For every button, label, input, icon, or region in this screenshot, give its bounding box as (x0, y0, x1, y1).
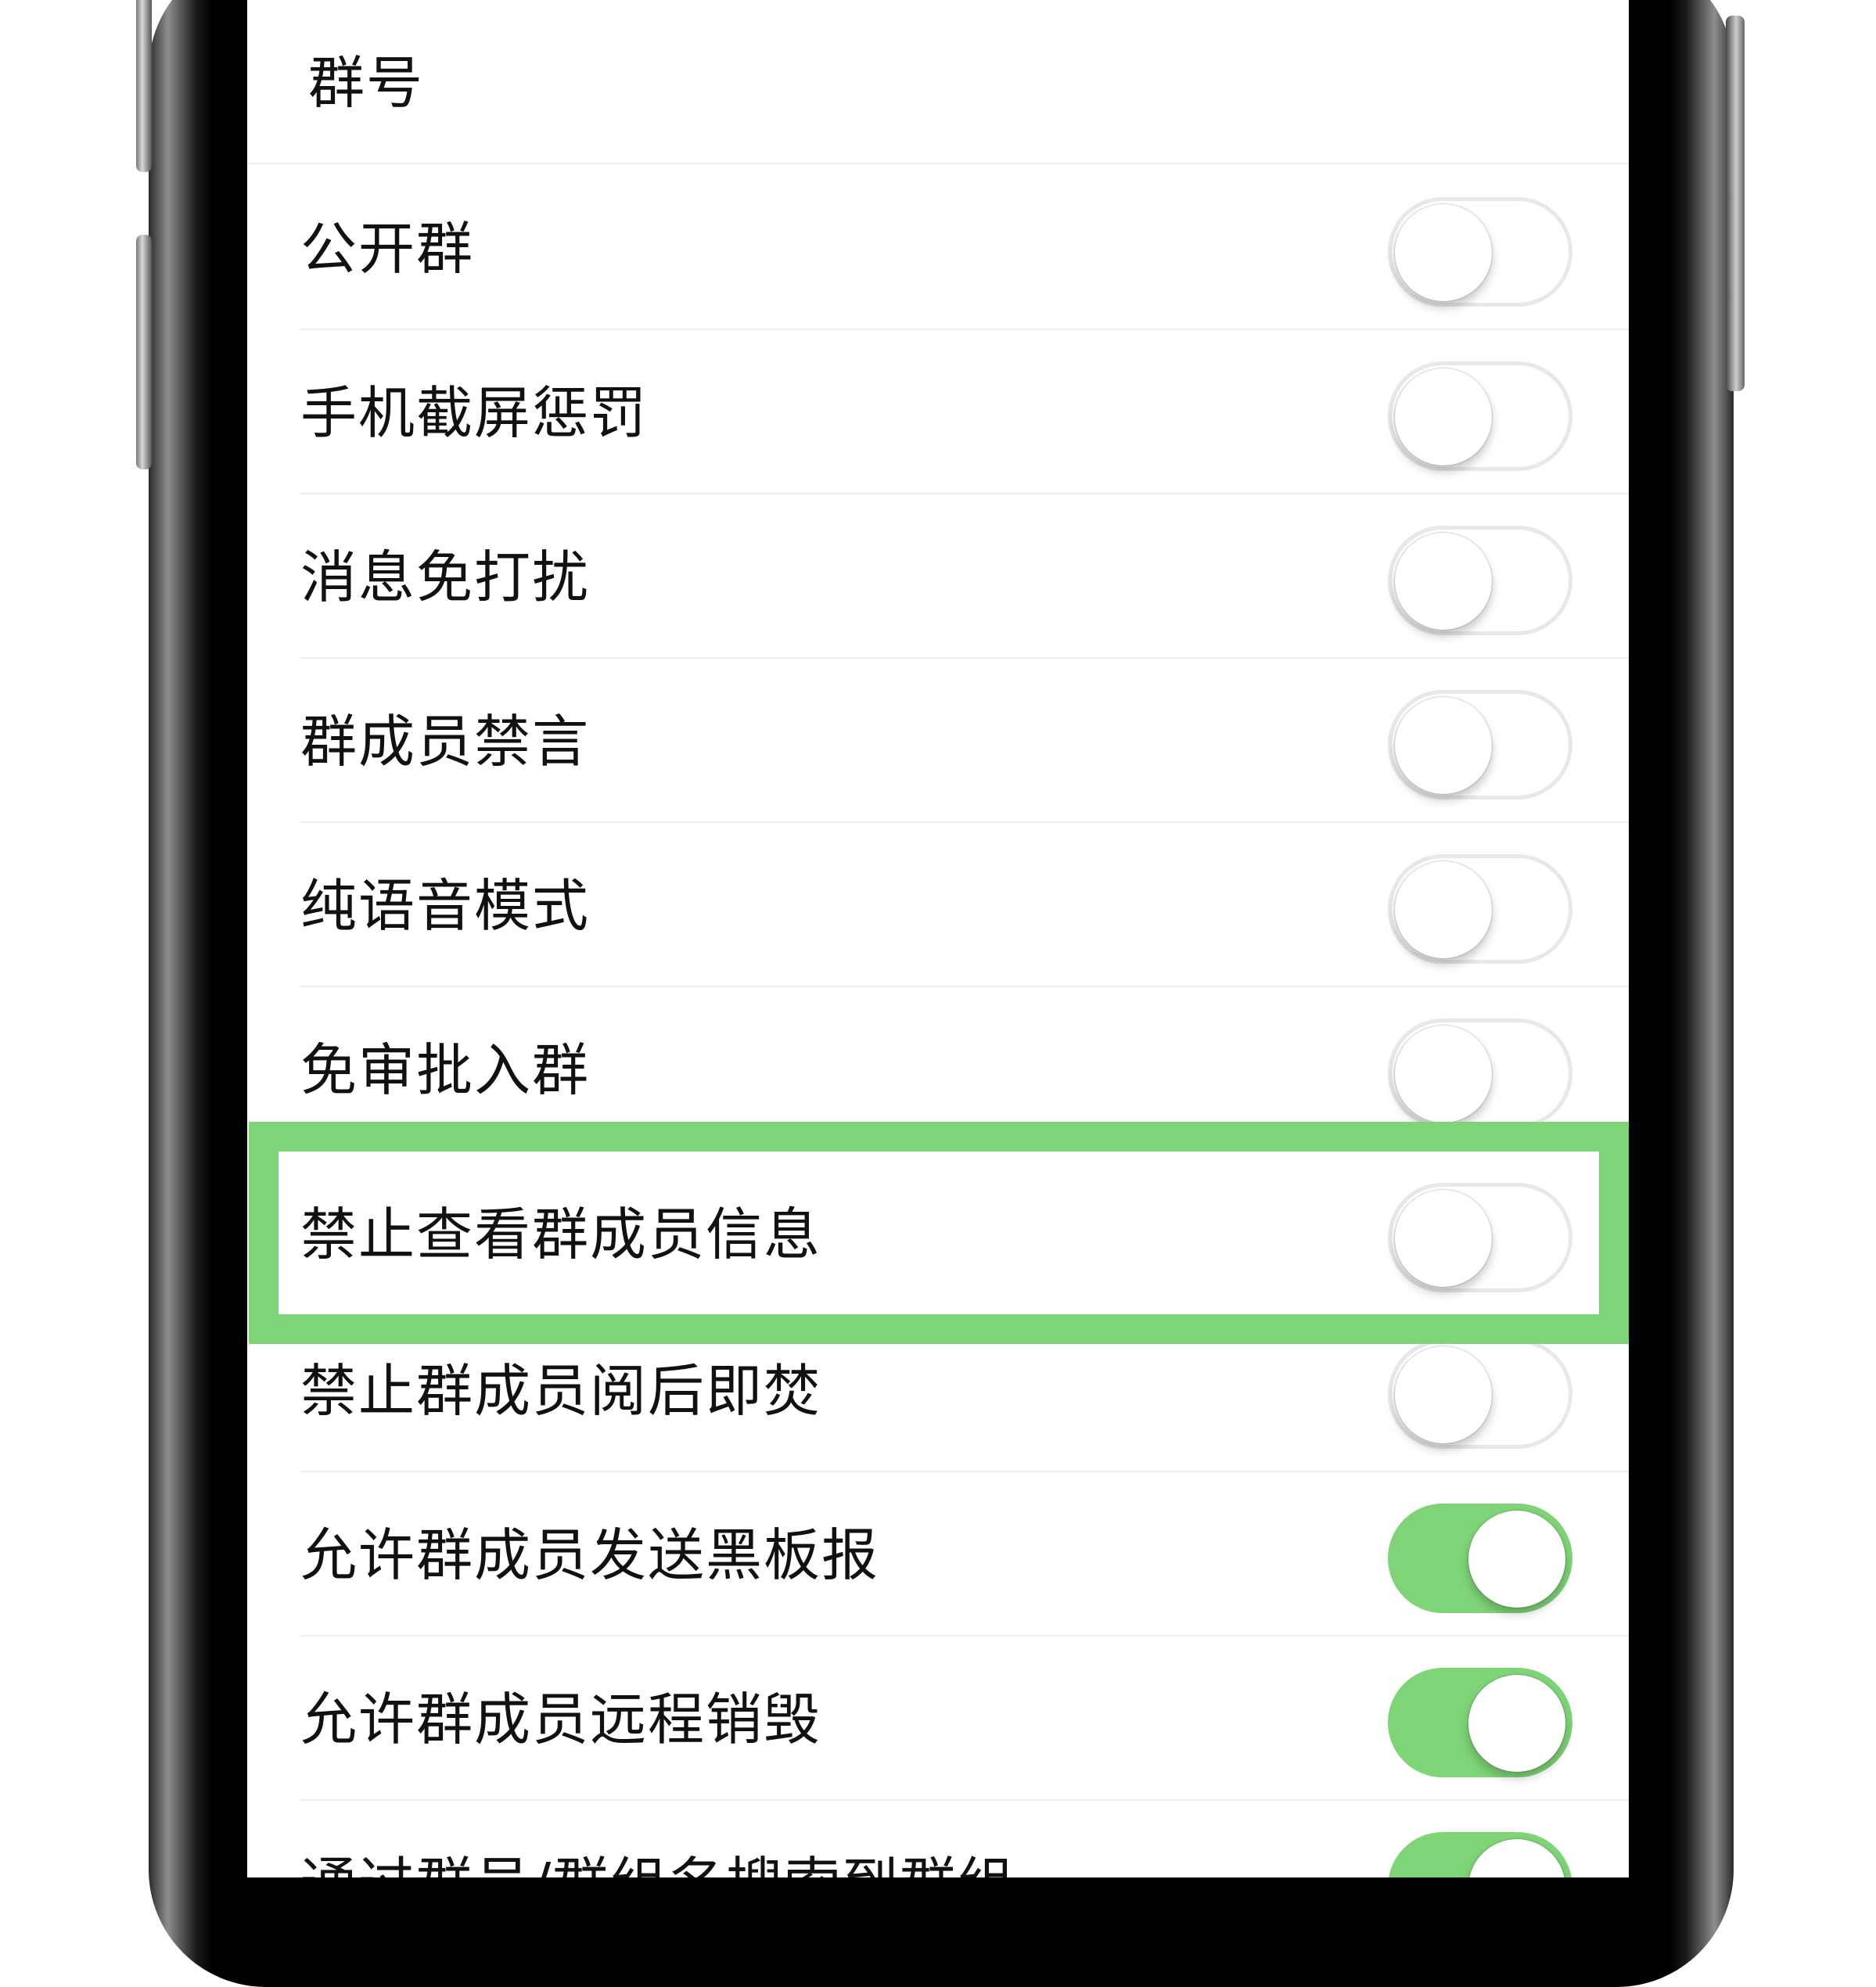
row-voice-only: 纯语音模式 (247, 825, 1629, 987)
toggle-knob (1395, 861, 1492, 958)
row-allow-blackboard: 允许群成员发送黑板报 (247, 1474, 1629, 1637)
row-disable-burn-after-reading: 禁止群成员阅后即焚 (247, 1310, 1629, 1472)
row-label: 手机截屏惩罚 (300, 380, 649, 446)
divider (300, 1471, 1629, 1472)
row-searchable-by-id: 通过群号/群组名搜索到群组 (247, 1802, 1629, 1877)
row-label: 免审批入群 (300, 1037, 591, 1103)
mute-members-toggle[interactable] (1388, 690, 1572, 799)
divider (300, 821, 1629, 823)
volume-button (136, 235, 152, 469)
screenshot-penalty-toggle[interactable] (1388, 361, 1572, 471)
searchable-by-id-toggle[interactable] (1388, 1832, 1572, 1877)
row-label: 消息免打扰 (300, 544, 591, 610)
allow-blackboard-toggle[interactable] (1388, 1504, 1572, 1613)
do-not-disturb-toggle[interactable] (1388, 526, 1572, 635)
public-group-toggle[interactable] (1388, 197, 1572, 307)
row-public-group: 公开群 (247, 167, 1629, 330)
row-label: 纯语音模式 (300, 873, 591, 939)
power-button (1726, 16, 1745, 391)
toggle-knob (1468, 1675, 1565, 1772)
divider (300, 657, 1629, 659)
toggle-knob (1395, 1346, 1492, 1443)
row-label: 允许群成员远程销毁 (300, 1687, 822, 1752)
row-join-without-approval: 免审批入群 (247, 989, 1629, 1152)
toggle-knob (1395, 368, 1492, 465)
allow-remote-destroy-toggle[interactable] (1388, 1668, 1572, 1777)
join-without-approval-toggle[interactable] (1388, 1019, 1572, 1128)
toggle-knob (1395, 533, 1492, 630)
toggle-knob (1468, 1511, 1565, 1608)
toggle-knob (1395, 204, 1492, 301)
toggle-knob (1395, 1026, 1492, 1123)
row-group-number[interactable]: 群号 (247, 2, 1629, 164)
voice-only-toggle[interactable] (1388, 854, 1572, 964)
row-label: 通过群号/群组名搜索到群组 (300, 1802, 1015, 1877)
divider (300, 1799, 1629, 1801)
toggle-knob (1395, 697, 1492, 794)
row-screenshot-penalty: 手机截屏惩罚 (247, 332, 1629, 494)
row-label: 禁止查看群成员信息 (300, 1202, 822, 1267)
toggle-knob (1395, 1190, 1492, 1287)
divider (247, 163, 1629, 164)
settings-screen: 群号 公开群 手机截屏惩罚 消息免打扰 群成员禁言 纯语音模式 免审批入群 禁止… (247, 0, 1629, 1877)
row-do-not-disturb: 消息免打扰 (247, 496, 1629, 659)
row-allow-remote-destroy: 允许群成员远程销毁 (247, 1638, 1629, 1801)
row-label: 群成员禁言 (300, 709, 591, 774)
row-mute-members: 群成员禁言 (247, 660, 1629, 823)
disable-burn-after-reading-toggle[interactable] (1388, 1339, 1572, 1449)
hide-member-info-toggle[interactable] (1388, 1183, 1572, 1292)
row-label: 禁止群成员阅后即焚 (300, 1358, 822, 1424)
toggle-knob (1468, 1839, 1565, 1877)
row-label: 公开群 (300, 216, 475, 282)
row-hide-member-info: 禁止查看群成员信息 (247, 1153, 1629, 1316)
row-label: 允许群成员发送黑板报 (300, 1522, 880, 1588)
row-label: 群号 (308, 50, 425, 116)
divider (300, 986, 1629, 987)
divider (300, 1635, 1629, 1637)
divider (300, 329, 1629, 330)
divider (300, 493, 1629, 494)
mute-switch (136, 0, 152, 172)
